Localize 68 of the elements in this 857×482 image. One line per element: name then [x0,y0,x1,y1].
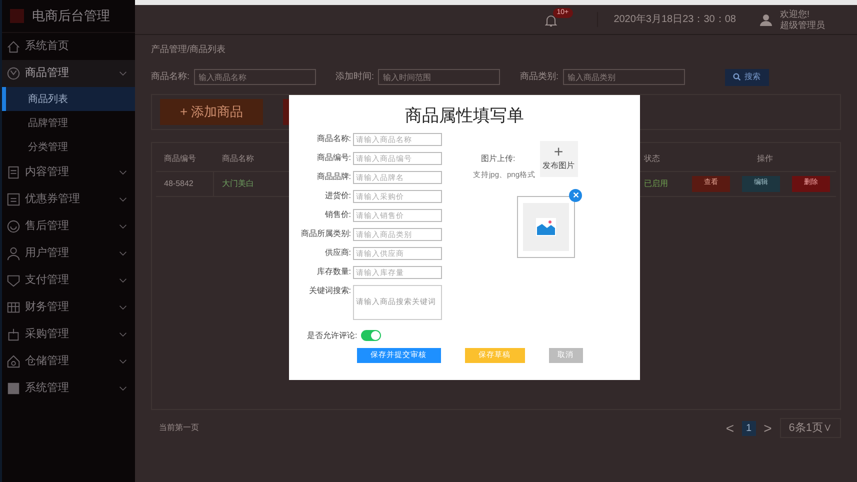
upload-button[interactable]: + 发布图片 [540,140,578,176]
menu-item[interactable]: 支付管理 [2,267,135,294]
menu-item[interactable]: 仓储管理 [2,348,135,375]
filter-label: 商品名称: [151,70,190,84]
field-label: 关键词搜索: [308,284,352,296]
comment-toggle[interactable] [361,330,382,341]
datetime-text: 2020年3月18日23：30：08 [596,12,736,27]
field-label: 库存数量: [316,266,352,278]
prev-page-button[interactable]: < [726,418,734,438]
bell-icon[interactable] [544,14,557,28]
menu-item[interactable]: 商品管理 [2,60,135,87]
column-header: 商品名称 [221,152,255,164]
filter-label: 商品类别: [520,70,559,84]
submenu-item[interactable]: 品牌管理 [2,111,135,135]
user-icon [760,14,772,26]
menu-item[interactable]: 用户管理 [2,240,135,267]
warehouse-icon [6,354,21,369]
filter-input[interactable]: 输入时间范围 [378,69,500,85]
field-label: 商品品牌: [316,170,352,182]
menu-item[interactable]: 售后管理 [2,213,135,240]
search-icon [732,73,741,81]
table-cell-text: 大门美白 [221,178,255,190]
greeting-text: 欢迎您! [780,8,811,20]
dialog-title: 商品属性填写单 [405,105,524,127]
home-icon [6,39,21,54]
username-text: 超级管理员 [780,20,825,30]
field-label: 进货价: [324,190,352,202]
close-icon[interactable] [569,188,582,202]
shield-icon [6,273,21,288]
add-product-button[interactable]: + 添加商品 [160,98,264,124]
grid-icon [6,300,21,315]
status-text: 已启用 [643,178,669,190]
search-button[interactable]: 搜索 [724,68,769,86]
page-size-select[interactable]: 6条1页∨ [780,418,841,438]
column-header: 状态 [643,152,661,164]
field-label: 销售价: [324,208,352,220]
menu-item[interactable]: 财务管理 [2,294,135,321]
square-icon [6,381,21,396]
field-label: 商品所属类别: [300,228,352,240]
basket-icon [6,327,21,342]
page-button[interactable]: 1 [742,420,756,436]
user-icon [6,246,21,261]
field-label: 商品名称: [316,132,352,144]
filter-label: 添加时间: [336,70,374,84]
app-title: 电商后台管理 [32,7,110,26]
upload-label: 图片上传: [480,152,516,164]
image-icon [523,202,569,251]
menu-item[interactable]: 优惠券管理 [2,186,135,213]
next-page-button[interactable]: > [764,418,772,438]
submenu-item[interactable]: 分类管理 [2,135,135,159]
field-label: 供应商: [324,246,352,258]
menu-item[interactable]: 系统首页 [2,33,135,60]
menu-item[interactable]: 系统管理 [2,375,135,402]
table-cell: 48-5842 [156,172,214,196]
filter-input[interactable]: 输入商品类别 [562,69,685,85]
menu-item[interactable]: 采购管理 [2,321,135,348]
column-header: 操作 [756,152,774,164]
column-header: 商品编号 [163,152,197,164]
logo-icon [10,9,24,23]
breadcrumb: 产品管理/商品列表 [151,43,227,56]
page-info: 当前第一页 [159,422,199,434]
menu-item[interactable]: 内容管理 [2,159,135,186]
field-label: 商品编号: [316,152,352,164]
toggle-label: 是否允许评论: [307,330,358,342]
submenu-item[interactable]: 商品列表 [2,87,135,111]
document-icon [6,165,21,180]
filter-input[interactable]: 输入商品名称 [194,69,316,85]
service-icon [6,219,21,234]
